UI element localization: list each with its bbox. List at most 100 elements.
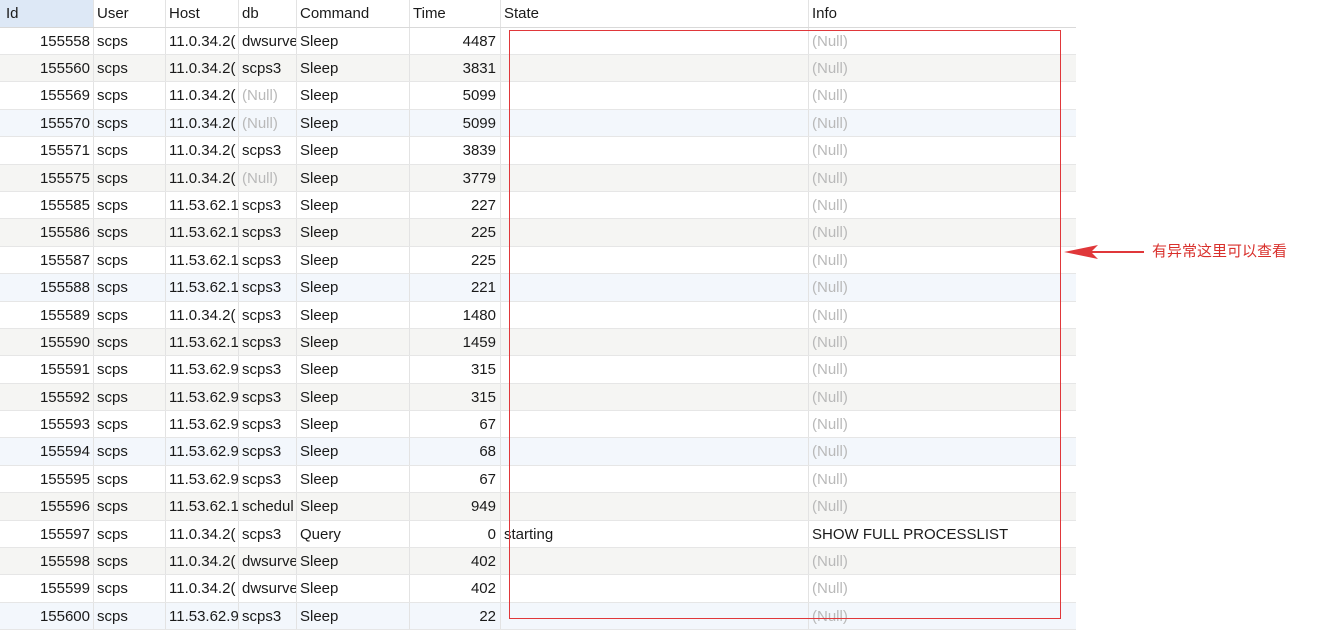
cell-host[interactable]: 11.53.62.1 [166,246,239,274]
cell-state[interactable]: starting [501,520,809,548]
cell-host[interactable]: 11.53.62.1 [166,274,239,301]
table-row[interactable]: 155594 scps 11.53.62.9 scps3 Sleep 68 (Null) [0,438,1076,466]
cell-host[interactable]: 11.53.62.1 [166,328,239,356]
column-header-host[interactable]: Host [166,0,239,27]
cell-host[interactable]: 11.0.34.2( [166,54,239,82]
cell-time[interactable]: 225 [410,219,501,246]
table-row[interactable]: 155585 scps 11.53.62.1 scps3 Sleep 227 (Null) [0,191,1076,220]
cell-command[interactable]: Sleep [297,301,410,328]
cell-id[interactable]: 155587 [0,246,94,274]
cell-info[interactable]: (Null) [809,438,1076,464]
cell-info[interactable]: (Null) [809,28,1076,54]
table-row[interactable]: 155570 scps 11.0.34.2((Null) Sleep 5099 (Null… [0,109,1076,138]
cell-state[interactable] [501,328,809,356]
cell-time[interactable]: 4487 [410,27,501,54]
table-row[interactable]: 155575 scps 11.0.34.2((Null) Sleep 3779 (Null… [0,164,1076,192]
cell-user[interactable]: scps [94,520,166,548]
table-row[interactable]: 155596 scps 11.53.62.1 schedul Sleep 949 (Null… [0,493,1076,521]
cell-info[interactable]: (Null) [809,356,1076,382]
cell-state[interactable] [501,465,809,493]
cell-user[interactable]: scps [94,356,166,383]
cell-user[interactable]: scps [94,219,166,246]
cell-id[interactable]: 155585 [0,191,94,219]
cell-time[interactable]: 5099 [410,82,501,109]
cell-id[interactable]: 155588 [0,274,94,301]
cell-state[interactable] [501,301,809,328]
cell-id[interactable]: 155570 [0,109,94,137]
cell-command[interactable]: Sleep [297,602,410,630]
cell-info[interactable]: (Null) [809,493,1076,519]
cell-info[interactable]: (Null) [809,165,1076,191]
cell-info[interactable]: (Null) [809,137,1076,163]
cell-user[interactable]: scps [94,137,166,164]
cell-id[interactable]: 155590 [0,328,94,356]
cell-command[interactable]: Sleep [297,356,410,383]
cell-command[interactable]: Sleep [297,246,410,274]
cell-id[interactable]: 155596 [0,493,94,520]
cell-command[interactable]: Sleep [297,548,410,575]
column-header-time[interactable]: Time [410,0,501,27]
cell-command[interactable]: Sleep [297,54,410,82]
cell-user[interactable]: scps [94,602,166,630]
cell-host[interactable]: 11.53.62.1 [166,219,239,246]
cell-host[interactable]: 11.0.34.2( [166,548,239,575]
cell-user[interactable]: scps [94,548,166,575]
cell-time[interactable]: 221 [410,274,501,301]
cell-state[interactable] [501,383,809,411]
cell-id[interactable]: 155599 [0,575,94,602]
cell-command[interactable]: Sleep [297,27,410,54]
cell-info[interactable]: (Null) [809,411,1076,437]
cell-host[interactable]: 11.53.62.9 [166,602,239,630]
cell-id[interactable]: 155586 [0,219,94,246]
cell-time[interactable]: 3839 [410,137,501,164]
cell-time[interactable]: 402 [410,548,501,575]
cell-info[interactable]: (Null) [809,302,1076,328]
cell-state[interactable] [501,246,809,274]
cell-command[interactable]: Sleep [297,137,410,164]
table-row[interactable]: 155590 scps 11.53.62.1 scps3 Sleep 1459 (Null) [0,328,1076,357]
cell-id[interactable]: 155558 [0,27,94,54]
cell-db[interactable]: (Null) [239,164,297,191]
cell-time[interactable]: 22 [410,602,501,630]
cell-info[interactable]: (Null) [809,274,1076,300]
cell-id[interactable]: 155594 [0,438,94,465]
cell-db[interactable]: dwsurve [239,548,297,575]
cell-info[interactable]: (Null) [809,603,1076,629]
cell-time[interactable]: 67 [410,411,501,438]
table-row[interactable]: 155586 scps 11.53.62.1 scps3 Sleep 225 (Null) [0,219,1076,247]
table-row[interactable]: 155587 scps 11.53.62.1 scps3 Sleep 225 (Null) [0,246,1076,275]
cell-host[interactable]: 11.53.62.9 [166,356,239,383]
cell-db[interactable]: scps3 [239,274,297,301]
cell-db[interactable]: scps3 [239,246,297,274]
cell-id[interactable]: 155595 [0,465,94,493]
cell-id[interactable]: 155569 [0,82,94,109]
cell-id[interactable]: 155560 [0,54,94,82]
cell-user[interactable]: scps [94,575,166,602]
table-row[interactable]: 155558 scps 11.0.34.2(dwsurve Sleep 4487 (Nul… [0,27,1076,55]
cell-command[interactable]: Sleep [297,383,410,411]
table-row[interactable]: 155560 scps 11.0.34.2(scps3 Sleep 3831 (Null) [0,54,1076,83]
cell-info[interactable]: (Null) [809,329,1076,355]
cell-db[interactable]: scps3 [239,301,297,328]
column-header-state[interactable]: State [501,0,809,27]
table-row[interactable]: 155569 scps 11.0.34.2((Null) Sleep 5099 (Null… [0,82,1076,110]
cell-info[interactable]: (Null) [809,548,1076,574]
cell-state[interactable] [501,356,809,383]
cell-info[interactable]: (Null) [809,82,1076,108]
cell-db[interactable]: (Null) [239,109,297,137]
column-header-db[interactable]: db [239,0,297,27]
cell-state[interactable] [501,54,809,82]
cell-command[interactable]: Query [297,520,410,548]
cell-info[interactable]: (Null) [809,466,1076,492]
cell-time[interactable]: 5099 [410,109,501,137]
cell-db[interactable]: scps3 [239,438,297,465]
cell-info[interactable]: (Null) [809,192,1076,218]
cell-id[interactable]: 155575 [0,164,94,191]
cell-time[interactable]: 225 [410,246,501,274]
cell-host[interactable]: 11.53.62.1 [166,493,239,520]
column-header-info[interactable]: Info [809,0,1076,27]
cell-db[interactable]: scps3 [239,54,297,82]
cell-command[interactable]: Sleep [297,465,410,493]
cell-user[interactable]: scps [94,274,166,301]
cell-host[interactable]: 11.0.34.2( [166,109,239,137]
